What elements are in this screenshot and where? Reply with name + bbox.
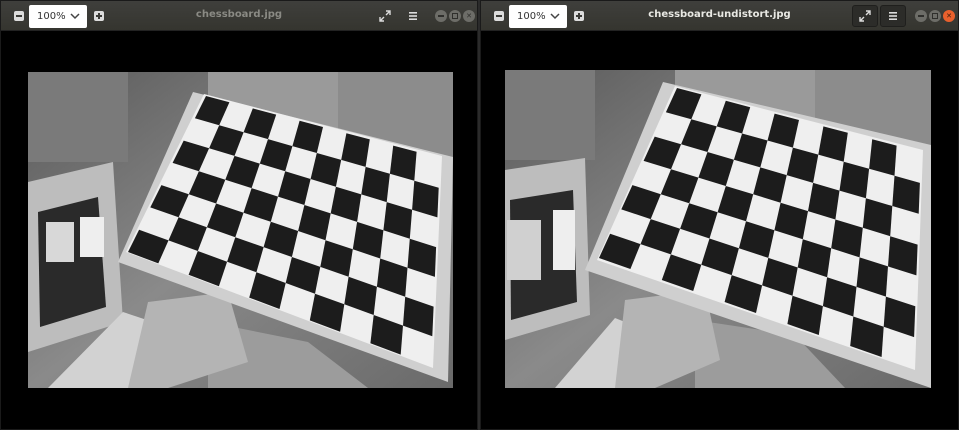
zoom-out-button[interactable] xyxy=(490,7,508,25)
zoom-in-icon xyxy=(94,11,104,21)
minimize-icon xyxy=(918,15,924,17)
chevron-down-icon xyxy=(70,13,80,20)
maximize-button[interactable] xyxy=(929,10,941,22)
zoom-out-icon xyxy=(14,11,24,21)
zoom-level-value: 100% xyxy=(517,11,546,22)
zoom-in-button[interactable] xyxy=(90,7,108,25)
zoom-level-combo[interactable]: 100% xyxy=(29,5,87,28)
fullscreen-icon xyxy=(859,10,871,22)
chevron-down-icon xyxy=(550,13,560,20)
menu-button[interactable] xyxy=(880,5,906,27)
chessboard-photo xyxy=(505,70,931,388)
image-canvas[interactable] xyxy=(28,72,453,388)
chessboard-photo xyxy=(28,72,453,388)
close-icon: ✕ xyxy=(466,11,472,20)
titlebar[interactable]: 100% chessboard.jpg ✕ xyxy=(1,1,477,31)
minimize-button[interactable] xyxy=(915,10,927,22)
zoom-in-icon xyxy=(574,11,584,21)
zoom-level-value: 100% xyxy=(37,11,66,22)
image-viewer-window-left: 100% chessboard.jpg ✕ xyxy=(0,0,478,430)
zoom-out-icon xyxy=(494,11,504,21)
close-button[interactable]: ✕ xyxy=(943,10,955,22)
hamburger-menu-icon xyxy=(409,12,417,20)
fullscreen-icon xyxy=(379,10,391,22)
maximize-icon xyxy=(452,13,458,19)
maximize-button[interactable] xyxy=(449,10,461,22)
minimize-button[interactable] xyxy=(435,10,447,22)
image-viewer-window-right: 100% chessboard-undistort.jpg ✕ xyxy=(480,0,959,430)
fullscreen-button[interactable] xyxy=(852,5,878,27)
close-button[interactable]: ✕ xyxy=(463,10,475,22)
menu-button[interactable] xyxy=(400,5,426,27)
maximize-icon xyxy=(932,13,938,19)
fullscreen-button[interactable] xyxy=(372,5,398,27)
zoom-in-button[interactable] xyxy=(570,7,588,25)
minimize-icon xyxy=(438,15,444,17)
zoom-level-combo[interactable]: 100% xyxy=(509,5,567,28)
close-icon: ✕ xyxy=(946,11,952,20)
hamburger-menu-icon xyxy=(889,12,897,20)
titlebar[interactable]: 100% chessboard-undistort.jpg ✕ xyxy=(481,1,958,31)
image-canvas[interactable] xyxy=(505,70,931,388)
zoom-out-button[interactable] xyxy=(10,7,28,25)
